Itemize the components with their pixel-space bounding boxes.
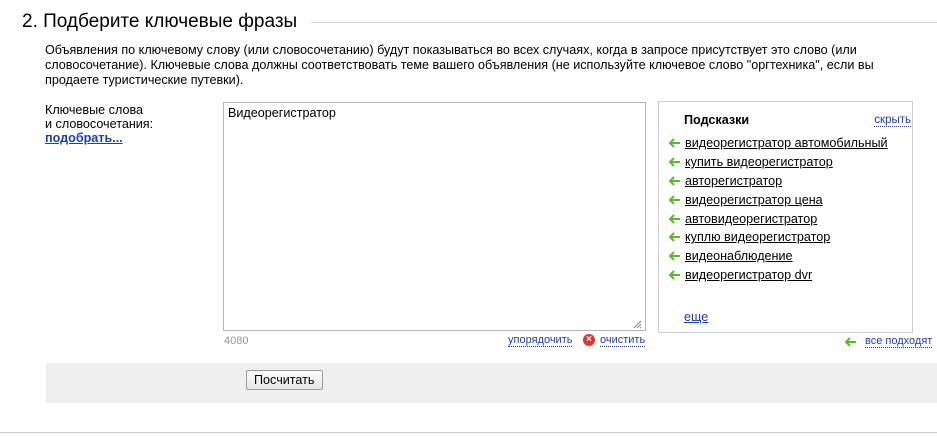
calculate-button[interactable]: Посчитать: [246, 370, 323, 390]
hint-text[interactable]: видеорегистратор dvr: [685, 268, 812, 282]
hint-text[interactable]: куплю видеорегистратор: [685, 230, 830, 244]
hints-list: видеорегистратор автомобильный купить ви…: [669, 134, 888, 284]
hint-item[interactable]: видеорегистратор автомобильный: [669, 134, 888, 153]
char-count: 4080: [224, 335, 249, 347]
hint-item[interactable]: авторегистратор: [669, 172, 888, 191]
more-hints-link[interactable]: еще: [684, 310, 708, 324]
hint-item[interactable]: куплю видеорегистратор: [669, 228, 888, 247]
hint-text[interactable]: автовидеорегистратор: [685, 212, 817, 226]
keywords-label-line2: и словосочетания:: [45, 117, 154, 131]
clear-keywords[interactable]: × очистить: [583, 333, 646, 347]
add-all-hints-link[interactable]: все подходят: [865, 335, 933, 348]
section-header: 2. Подберите ключевые фразы: [22, 10, 937, 36]
keywords-label-line1: Ключевые слова: [45, 103, 144, 117]
keywords-textarea[interactable]: Видеорегистратор: [223, 102, 646, 331]
clear-keywords-link[interactable]: очистить: [600, 334, 646, 347]
arrow-left-icon: [669, 176, 680, 186]
resize-grip-icon[interactable]: [632, 319, 642, 329]
arrow-left-icon: [669, 157, 680, 167]
hint-text[interactable]: авторегистратор: [685, 174, 782, 188]
section-title: 2. Подберите ключевые фразы: [22, 10, 312, 34]
close-circle-icon[interactable]: ×: [583, 334, 595, 346]
arrow-left-icon: [669, 232, 680, 243]
hint-text[interactable]: видеорегистратор автомобильный: [685, 136, 888, 150]
sort-keywords-link[interactable]: упорядочить: [508, 334, 573, 347]
hint-text[interactable]: видеорегистратор цена: [685, 193, 823, 207]
hints-title: Подсказки: [684, 113, 750, 127]
arrow-left-icon: [669, 213, 680, 224]
page: 2. Подберите ключевые фразы Объявления п…: [0, 0, 937, 437]
add-all-hints[interactable]: все подходят: [845, 335, 933, 348]
hide-hints-link[interactable]: скрыть: [874, 114, 911, 127]
arrow-left-icon: [669, 251, 680, 261]
arrow-left-icon: [669, 195, 680, 205]
hint-item[interactable]: видеонаблюдение: [669, 247, 888, 266]
keywords-label-block: Ключевые слова и словосочетания: подобра…: [45, 103, 215, 145]
arrow-left-icon: [845, 336, 856, 347]
calculate-bar: Посчитать: [46, 363, 937, 403]
hint-text[interactable]: купить видеорегистратор: [685, 155, 833, 169]
hint-item[interactable]: купить видеорегистратор: [669, 153, 888, 172]
hint-item[interactable]: видеорегистратор цена: [669, 190, 888, 209]
bottom-divider: [0, 432, 937, 433]
arrow-left-icon: [669, 270, 680, 280]
hint-item[interactable]: автовидеорегистратор: [669, 209, 888, 228]
section-description: Объявления по ключевому слову (или слово…: [45, 43, 874, 87]
arrow-left-icon: [669, 138, 680, 149]
hint-text[interactable]: видеонаблюдение: [685, 249, 793, 263]
hint-item[interactable]: видеорегистратор dvr: [669, 266, 888, 285]
hints-panel: Подсказки скрыть видеорегистратор автомо…: [658, 101, 913, 333]
pick-keywords-link[interactable]: подобрать...: [45, 131, 215, 145]
